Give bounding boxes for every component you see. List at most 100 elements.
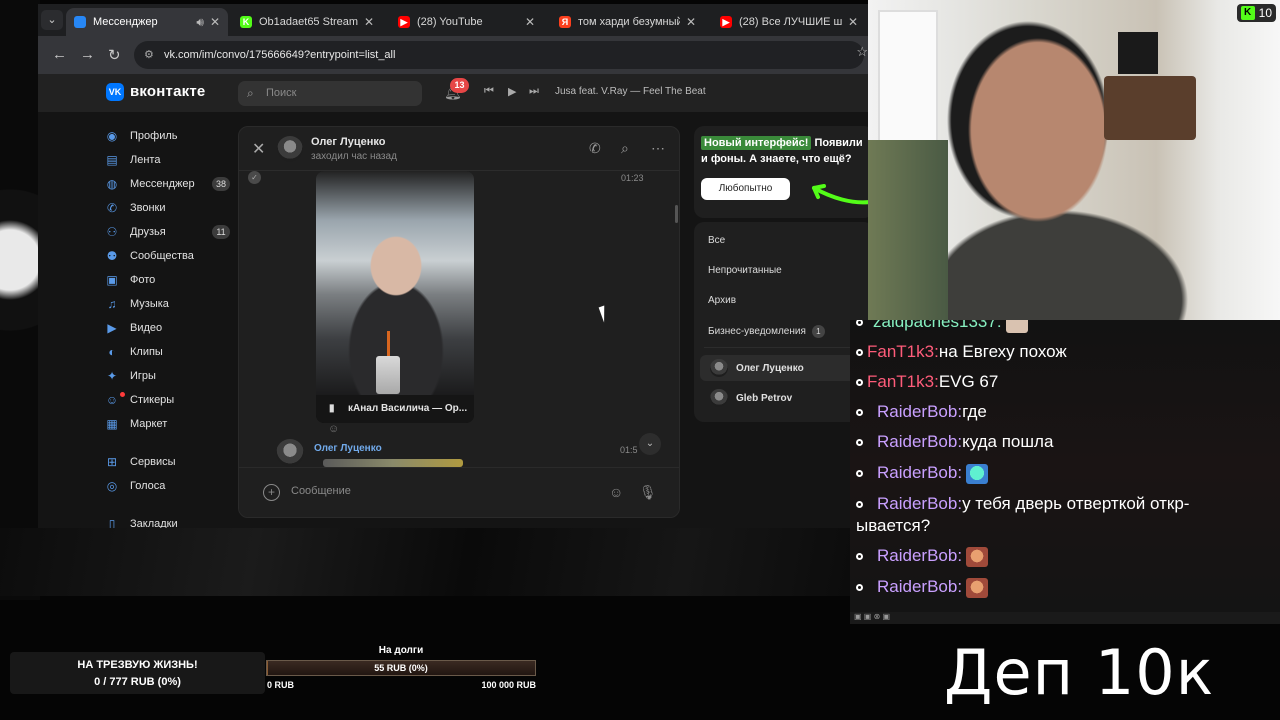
stickers-icon: ☺ — [105, 393, 119, 407]
tab-favicon-icon: Я — [559, 16, 571, 28]
play-icon[interactable]: ▶ — [508, 85, 516, 98]
search-icon: ⌕ — [247, 86, 254, 100]
filter-item[interactable]: Все — [708, 235, 725, 246]
avatar[interactable] — [276, 439, 304, 467]
microphone-icon[interactable]: 🎙︎ — [639, 484, 657, 501]
video-message[interactable]: ▮ кАнал Василича — Ор... — [316, 171, 474, 423]
calls-icon: ✆ — [106, 201, 118, 215]
sidebar-item[interactable]: ⚉ Сообщества — [104, 244, 230, 268]
check-icon[interactable]: ✓ — [248, 171, 261, 184]
sidebar-item[interactable]: ▦ Маркет — [104, 412, 230, 436]
sidebar-item-label: Друзья — [130, 226, 166, 238]
tab-close-icon[interactable]: ✕ — [525, 15, 535, 29]
more-icon[interactable]: ⋯ — [651, 140, 665, 157]
chat-badge-icon — [856, 553, 863, 561]
scrollbar[interactable] — [675, 205, 678, 223]
sidebar-item-label: Мессенджер — [130, 178, 195, 190]
chat-contact-name[interactable]: Олег Луценко — [311, 136, 385, 148]
goal-title: НА ТРЕЗВУЮ ЖИЗНЬ! — [77, 659, 198, 671]
reload-icon[interactable]: ↻ — [108, 46, 121, 64]
tab-audio-icon[interactable]: 🔊︎ — [196, 15, 204, 30]
sidebar-item[interactable]: ▣ Фото — [104, 268, 230, 292]
vk-search-input[interactable]: ⌕ Поиск — [238, 81, 422, 106]
url-field[interactable]: ⚙ vk.com/im/convo/175666649?entrypoint=l… — [134, 41, 864, 69]
bookmark-star-icon[interactable]: ☆ — [856, 44, 868, 60]
chat-message: RaiderBob:куда пошла — [856, 432, 1053, 452]
now-playing[interactable]: Jusa feat. V.Ray — Feel The Beat — [555, 86, 706, 97]
compose-bar: + Сообщение ☺ 🎙︎ — [239, 467, 679, 517]
chat-badge-icon — [856, 409, 863, 417]
emoji-icon[interactable]: ☺ — [609, 484, 623, 500]
browser-tab[interactable]: K Ob1adaet65 Stream - W ✕ — [232, 8, 382, 36]
sidebar-item[interactable]: ▤ Лента — [104, 148, 230, 172]
sidebar-item[interactable]: ♫ Музыка — [104, 292, 230, 316]
background-graphic-bottom — [0, 528, 850, 596]
nav-separator — [104, 498, 230, 512]
scroll-down-button[interactable]: ⌄ — [639, 433, 661, 455]
close-icon[interactable]: ✕ — [252, 139, 265, 159]
sidebar-item[interactable]: ☺ Стикеры — [104, 388, 230, 412]
sidebar-count-badge: 11 — [212, 225, 230, 239]
stream-chat: zaldpaches1337: FanT1k3:на Евгеху похож Fa… — [850, 320, 1280, 612]
conversation-item[interactable]: Gleb Petrov — [700, 385, 868, 411]
chat-emote-icon — [1005, 320, 1028, 333]
promo-button[interactable]: Любопытно — [701, 178, 790, 200]
goal-value: 0 / 777 RUB (0%) — [94, 676, 181, 688]
video-caption[interactable]: ▮ кАнал Василича — Ор... — [316, 395, 474, 423]
prev-track-icon[interactable]: ⏮ — [484, 85, 494, 98]
search-icon[interactable]: ⌕ — [621, 140, 629, 157]
sidebar-item[interactable]: ◎ Голоса — [104, 474, 230, 498]
tab-close-icon[interactable]: ✕ — [848, 15, 858, 29]
sidebar-item[interactable]: ▯ Закладки — [104, 512, 230, 528]
browser-tab[interactable]: Ятом харди безумный м ✕ — [551, 8, 704, 36]
promo-banner: Новый интерфейс! Появили и фоны. А знает… — [694, 126, 868, 218]
mouse-cursor — [598, 303, 616, 323]
tab-close-icon[interactable]: ✕ — [364, 15, 374, 29]
sidebar-item-label: Игры — [130, 370, 156, 382]
conversation-name: Gleb Petrov — [736, 392, 793, 404]
tab-close-icon[interactable]: ✕ — [210, 15, 220, 29]
avatar[interactable] — [277, 136, 303, 162]
sidebar-item[interactable]: ⊞ Сервисы — [104, 450, 230, 474]
forward-icon[interactable]: → — [80, 46, 95, 63]
message-author[interactable]: Олег Луценко — [314, 443, 382, 454]
tab-close-icon[interactable]: ✕ — [686, 15, 696, 29]
sidebar-item-label: Закладки — [130, 518, 178, 528]
browser-tab[interactable]: ▶ (28) YouTube ✕ — [390, 8, 543, 36]
reaction-icon[interactable]: ☺ — [328, 423, 339, 435]
browser-tab[interactable]: Мессенджер 🔊︎ ✕ — [66, 8, 228, 36]
chat-username: zaldpaches1337: — [873, 320, 1002, 331]
sidebar-item[interactable]: ◍ Мессенджер 38 — [104, 172, 230, 196]
tab-bar: ⌄ Мессенджер 🔊︎ ✕ K Ob1adaet65 Stream - W ✕ ▶ (… — [38, 4, 868, 36]
chat-username: RaiderBob: — [877, 546, 963, 565]
sidebar-item[interactable]: ◐ Клипы — [104, 340, 230, 364]
filter-item[interactable]: Архив — [708, 295, 736, 306]
browser-tab[interactable]: ▶ (28) Все ЛУЧШИЕ шутк ✕ — [712, 8, 866, 36]
sidebar-item[interactable]: ⚇ Друзья 11 — [104, 220, 230, 244]
vk-header: VK вконтакте ⌕ Поиск 🔔︎ 13 ⏮ ▶ ⏭ Jusa fe… — [38, 74, 868, 112]
sidebar-item-label: Лента — [130, 154, 161, 166]
tab-title: (28) Все ЛУЧШИЕ шутк — [739, 16, 842, 28]
next-track-icon[interactable]: ⏭ — [529, 85, 539, 98]
message-input[interactable]: Сообщение — [291, 485, 351, 497]
filter-count-badge: 1 — [811, 325, 825, 338]
filter-item[interactable]: Бизнес-уведомления 1 — [708, 325, 825, 338]
vk-logo-icon[interactable]: VK — [106, 83, 124, 101]
sidebar-item[interactable]: ✆ Звонки — [104, 196, 230, 220]
sidebar-item[interactable]: ◉ Профиль — [104, 124, 230, 148]
filter-item[interactable]: Непрочитанные — [708, 265, 782, 276]
tab-title: том харди безумный м — [578, 16, 680, 28]
site-info-icon[interactable]: ⚙ — [144, 41, 154, 69]
tab-title: Ob1adaet65 Stream - W — [259, 16, 358, 28]
vk-brand[interactable]: вконтакте — [130, 83, 205, 100]
games-icon: ✦ — [106, 369, 118, 383]
back-icon[interactable]: ← — [52, 46, 67, 63]
message-attachment-preview[interactable] — [323, 459, 463, 467]
webcam-feed: K 10 — [868, 0, 1280, 320]
sidebar-item[interactable]: ✦ Игры — [104, 364, 230, 388]
attach-icon[interactable]: + — [263, 484, 280, 501]
phone-icon[interactable]: ✆ — [589, 140, 601, 157]
sidebar-item[interactable]: ▶ Видео — [104, 316, 230, 340]
conversation-item[interactable]: Олег Луценко — [700, 355, 868, 381]
tab-search-button[interactable]: ⌄ — [41, 10, 63, 30]
